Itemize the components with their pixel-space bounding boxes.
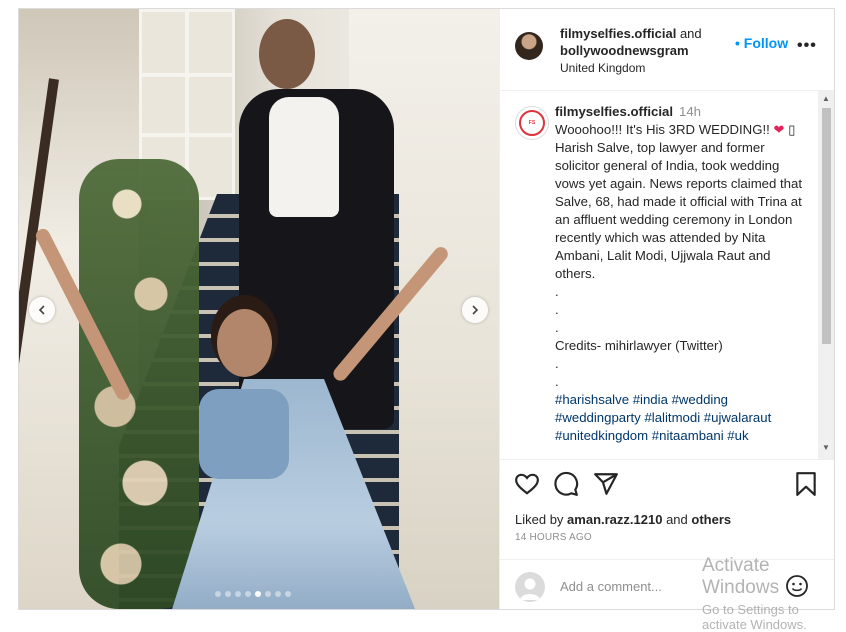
caption-dot: . xyxy=(555,320,559,335)
photo-man-head xyxy=(259,19,315,89)
windows-activation-watermark: Activate Windows Go to Settings to activ… xyxy=(702,555,846,632)
caption-dot: . xyxy=(555,374,559,389)
like-button[interactable] xyxy=(514,471,540,497)
liked-by-others[interactable]: others xyxy=(691,512,731,527)
comment-icon xyxy=(554,471,579,496)
slide-dot xyxy=(235,591,241,597)
slide-dot xyxy=(285,591,291,597)
likes-summary: Liked by aman.razz.1210 and others xyxy=(515,512,731,527)
liked-by-user[interactable]: aman.razz.1210 xyxy=(567,512,662,527)
photo-woman-head xyxy=(217,309,272,377)
current-user-avatar xyxy=(515,572,545,602)
photo-flowers xyxy=(79,159,199,609)
caption-dot: . xyxy=(555,356,559,371)
caption-avatar[interactable]: FS xyxy=(515,106,549,140)
user-silhouette-icon xyxy=(520,578,540,600)
caption-body: filmyselfies.official 14h Wooohoo!!! It's… xyxy=(555,103,810,445)
activate-title: Activate Windows xyxy=(702,555,780,598)
caption-paragraph: Harish Salve, top lawyer and former soli… xyxy=(555,140,803,281)
caption-credits: Credits- mihirlawyer (Twitter) xyxy=(555,338,723,353)
caption-dot: . xyxy=(555,302,559,317)
caption-area: FS filmyselfies.official 14h Wooohoo!!! I… xyxy=(500,91,834,460)
post-side-panel: filmyselfies.official and bollywoodnewsg… xyxy=(499,9,834,609)
slide-dot xyxy=(275,591,281,597)
photo-woman-top xyxy=(199,389,289,479)
caption-glyph: ▯ xyxy=(788,122,796,137)
scroll-down-icon[interactable]: ▼ xyxy=(822,443,830,452)
author-avatar[interactable] xyxy=(515,32,543,60)
post-modal: filmyselfies.official and bollywoodnewsg… xyxy=(18,8,835,610)
slide-dot xyxy=(225,591,231,597)
share-button[interactable] xyxy=(593,471,619,497)
post-photo[interactable] xyxy=(19,9,499,609)
post-timestamp[interactable]: 14 HOURS AGO xyxy=(515,532,592,543)
caption-username[interactable]: filmyselfies.official xyxy=(555,104,673,119)
scroll-up-icon[interactable]: ▲ xyxy=(822,94,830,103)
comment-button[interactable] xyxy=(553,471,579,497)
caption-headline: Wooohoo!!! It's His 3RD WEDDING!! xyxy=(555,122,770,137)
chevron-right-icon xyxy=(472,305,479,315)
caption-dot: . xyxy=(555,284,559,299)
and-text: and xyxy=(679,26,702,41)
slide-dot xyxy=(245,591,251,597)
caption-scrollbar[interactable]: ▲ ▼ xyxy=(818,91,834,459)
slide-indicator-dots xyxy=(215,591,291,597)
previous-slide-button[interactable] xyxy=(29,297,55,323)
coauthor-username[interactable]: bollywoodnewsgram xyxy=(560,42,702,59)
brand-logo-icon: FS xyxy=(519,110,545,136)
author-username[interactable]: filmyselfies.official xyxy=(560,26,676,41)
caption-hashtags[interactable]: #harishsalve #india #wedding #weddingpar… xyxy=(555,391,810,445)
slide-dot xyxy=(265,591,271,597)
post-location[interactable]: United Kingdom xyxy=(560,60,702,77)
slide-dot xyxy=(255,591,261,597)
likes-middle: and xyxy=(666,512,688,527)
slide-dot xyxy=(215,591,221,597)
heart-emoji-icon: ❤ xyxy=(773,122,785,137)
post-header: filmyselfies.official and bollywoodnewsg… xyxy=(500,9,834,91)
post-header-text: filmyselfies.official and bollywoodnewsg… xyxy=(560,25,702,77)
photo-man-shirt xyxy=(269,97,339,217)
caption-time: 14h xyxy=(679,104,702,119)
send-icon xyxy=(594,473,618,495)
scrollbar-thumb[interactable] xyxy=(822,108,831,344)
bookmark-icon xyxy=(796,472,816,496)
next-slide-button[interactable] xyxy=(462,297,488,323)
chevron-left-icon xyxy=(38,305,45,315)
more-options-button[interactable]: ••• xyxy=(797,37,817,55)
save-button[interactable] xyxy=(793,471,819,497)
heart-icon xyxy=(515,473,539,495)
follow-button[interactable]: • Follow xyxy=(735,35,788,51)
activate-subtitle: Go to Settings to activate Windows. xyxy=(702,602,807,632)
likes-prefix: Liked by xyxy=(515,512,564,527)
